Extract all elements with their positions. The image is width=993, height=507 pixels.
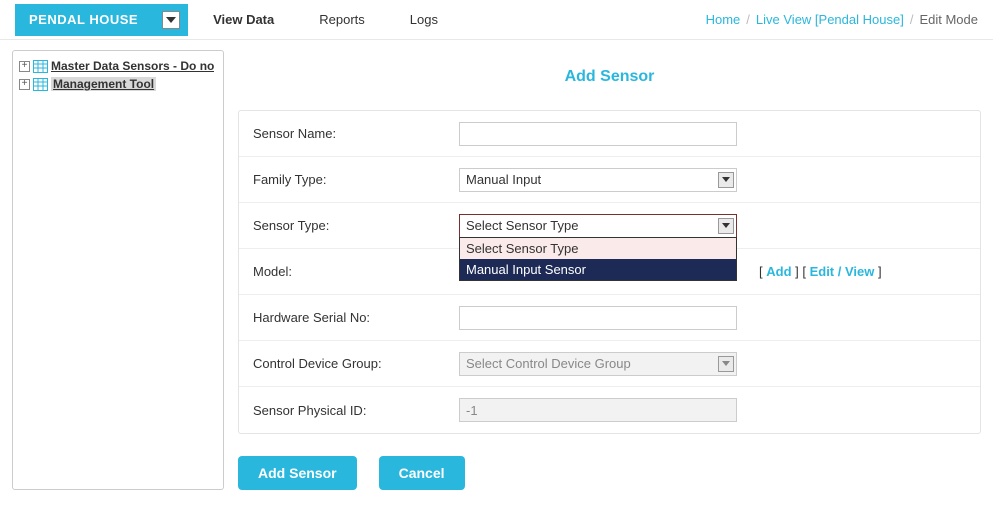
ctrl-group-value: Select Control Device Group [466, 356, 631, 371]
label-sensor-type: Sensor Type: [239, 218, 449, 233]
chevron-down-icon [162, 11, 180, 29]
breadcrumb-home[interactable]: Home [706, 12, 741, 27]
grid-icon [33, 78, 48, 91]
label-family-type: Family Type: [239, 172, 449, 187]
row-phys-id: Sensor Physical ID: [239, 387, 980, 433]
tree-item-master-data[interactable]: + Master Data Sensors - Do no [19, 59, 217, 73]
row-hw-serial: Hardware Serial No: [239, 295, 980, 341]
tree-item-label: Management Tool [51, 77, 156, 91]
family-type-select[interactable]: Manual Input [459, 168, 737, 192]
ctrl-group-select: Select Control Device Group [459, 352, 737, 376]
expand-icon[interactable]: + [19, 61, 30, 72]
chevron-down-icon [718, 218, 734, 234]
dropdown-option[interactable]: Manual Input Sensor [460, 259, 736, 280]
house-name: PENDAL HOUSE [29, 12, 138, 27]
tree-item-label: Master Data Sensors - Do no [51, 59, 214, 73]
form-panel: Sensor Name: Family Type: Manual Input S… [238, 110, 981, 434]
row-sensor-type: Sensor Type: Select Sensor Type Select S… [239, 203, 980, 249]
label-model: Model: [239, 264, 449, 279]
tree-item-management-tool[interactable]: + Management Tool [19, 77, 217, 91]
phys-id-input [459, 398, 737, 422]
sensor-name-input[interactable] [459, 122, 737, 146]
sensor-type-select[interactable]: Select Sensor Type [459, 214, 737, 238]
main-area: + Master Data Sensors - Do no + Manageme… [0, 40, 993, 500]
breadcrumb: Home / Live View [Pendal House] / Edit M… [706, 12, 978, 27]
cancel-button[interactable]: Cancel [379, 456, 465, 490]
breadcrumb-live-view[interactable]: Live View [Pendal House] [756, 12, 904, 27]
content-area: Add Sensor Sensor Name: Family Type: Man… [238, 50, 981, 490]
chevron-down-icon [718, 172, 734, 188]
row-sensor-name: Sensor Name: [239, 111, 980, 157]
nav-view-data[interactable]: View Data [213, 12, 274, 27]
expand-icon[interactable]: + [19, 79, 30, 90]
breadcrumb-sep: / [910, 12, 914, 27]
button-row: Add Sensor Cancel [238, 456, 981, 490]
label-phys-id: Sensor Physical ID: [239, 403, 449, 418]
sensor-type-dropdown: Select Sensor Type Manual Input Sensor [459, 237, 737, 281]
label-sensor-name: Sensor Name: [239, 126, 449, 141]
model-add-link[interactable]: Add [766, 264, 791, 279]
chevron-down-icon [718, 356, 734, 372]
nav-logs[interactable]: Logs [410, 12, 438, 27]
nav-reports[interactable]: Reports [319, 12, 365, 27]
tree-panel: + Master Data Sensors - Do no + Manageme… [12, 50, 224, 490]
row-family-type: Family Type: Manual Input [239, 157, 980, 203]
family-type-value: Manual Input [466, 172, 541, 187]
topbar: PENDAL HOUSE View Data Reports Logs Home… [0, 0, 993, 40]
dropdown-option[interactable]: Select Sensor Type [460, 238, 736, 259]
model-links: [ Add ] [ Edit / View ] [759, 264, 882, 279]
model-edit-link[interactable]: Edit / View [810, 264, 875, 279]
add-sensor-button[interactable]: Add Sensor [238, 456, 357, 490]
house-selector[interactable]: PENDAL HOUSE [15, 4, 188, 36]
label-ctrl-group: Control Device Group: [239, 356, 449, 371]
breadcrumb-current: Edit Mode [919, 12, 978, 27]
grid-icon [33, 60, 48, 73]
hw-serial-input[interactable] [459, 306, 737, 330]
page-title: Add Sensor [238, 68, 981, 86]
breadcrumb-sep: / [746, 12, 750, 27]
row-ctrl-group: Control Device Group: Select Control Dev… [239, 341, 980, 387]
sensor-type-value: Select Sensor Type [466, 218, 579, 233]
label-hw-serial: Hardware Serial No: [239, 310, 449, 325]
